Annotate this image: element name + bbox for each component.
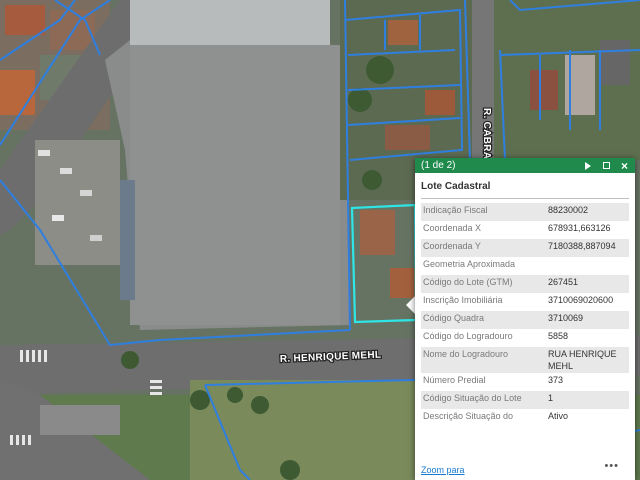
attr-value: 7180388,887094: [546, 239, 629, 257]
attr-value: Ativo: [548, 411, 569, 421]
attr-value: 3710069: [546, 311, 629, 329]
attr-value: 678931,663126: [548, 223, 611, 233]
roof: [390, 268, 418, 298]
attr-value: RUA HENRIQUE MEHL: [546, 347, 629, 373]
attr-key: Coordenada Y: [421, 239, 546, 257]
attr-key: Inscrição Imobiliária: [423, 295, 503, 305]
zoom-to-link[interactable]: Zoom para: [421, 465, 465, 475]
attribute-table: Indicação Fiscal 88230002 Coordenada X 678…: [421, 203, 629, 427]
roof: [425, 90, 455, 115]
attr-key: Código do Logradouro: [423, 331, 513, 341]
attr-key: Código Situação do Lote: [421, 391, 546, 409]
attr-value: [546, 257, 629, 275]
attr-key: Código do Lote (GTM): [421, 275, 546, 293]
attr-value: 5858: [548, 331, 569, 341]
table-row: Código Situação do Lote 1: [421, 391, 629, 409]
table-row: Nome do Logradouro RUA HENRIQUE MEHL: [421, 347, 629, 373]
car: [90, 235, 102, 241]
popup-header: (1 de 2) ×: [415, 158, 635, 173]
table-row: Indicação Fiscal 88230002: [421, 203, 629, 221]
parking-lot: [35, 140, 120, 265]
close-icon[interactable]: ×: [621, 160, 631, 172]
feature-popup: (1 de 2) × Lote Cadastral Indicação Fisc…: [415, 158, 635, 480]
roof: [5, 5, 45, 35]
table-row: Número Predial 373: [421, 373, 629, 391]
attr-value: 1: [546, 391, 629, 409]
attr-key: Indicação Fiscal: [421, 203, 546, 221]
more-icon[interactable]: •••: [604, 460, 619, 472]
popup-footer: Zoom para •••: [421, 460, 629, 475]
table-row: Coordenada Y 7180388,887094: [421, 239, 629, 257]
roof: [360, 210, 395, 255]
maximize-icon[interactable]: [603, 161, 613, 171]
warehouse-roof-main: [130, 45, 340, 325]
attr-key: Nome do Logradouro: [421, 347, 546, 373]
table-row: Geometria Aproximada: [421, 257, 629, 275]
popup-counter: (1 de 2): [421, 160, 456, 171]
attr-value: 3710069020600: [548, 295, 614, 305]
roof: [388, 20, 418, 45]
roof: [0, 70, 35, 115]
attr-value: 88230002: [546, 203, 629, 221]
attr-value: 267451: [546, 275, 629, 293]
table-row: Descrição Situação do Ativo: [421, 409, 629, 427]
car: [52, 215, 64, 221]
warehouse-annex: [130, 0, 330, 45]
road-lower: [40, 405, 120, 435]
table-row: Código do Lote (GTM) 267451: [421, 275, 629, 293]
table-row: Coordenada X 678931,663126: [421, 221, 629, 239]
popup-title: Lote Cadastral: [421, 181, 629, 199]
table-row: Código Quadra 3710069: [421, 311, 629, 329]
table-row: Código do Logradouro 5858: [421, 329, 629, 347]
attr-key: Geometria Aproximada: [423, 259, 516, 269]
roof: [530, 70, 558, 110]
popup-body: Lote Cadastral Indicação Fiscal 88230002 …: [415, 173, 635, 427]
attr-key: Coordenada X: [423, 223, 482, 233]
attr-key: Código Quadra: [421, 311, 546, 329]
car: [60, 168, 72, 174]
table-row: Inscrição Imobiliária 3710069020600: [421, 293, 629, 311]
car: [80, 190, 92, 196]
attr-key: Número Predial: [423, 375, 486, 385]
roof: [385, 125, 430, 150]
attr-value: 373: [548, 375, 564, 385]
play-icon[interactable]: [585, 161, 595, 171]
attr-key: Descrição Situação do: [423, 411, 514, 421]
building-side: [120, 180, 135, 300]
roof: [600, 40, 630, 85]
car: [38, 150, 50, 156]
